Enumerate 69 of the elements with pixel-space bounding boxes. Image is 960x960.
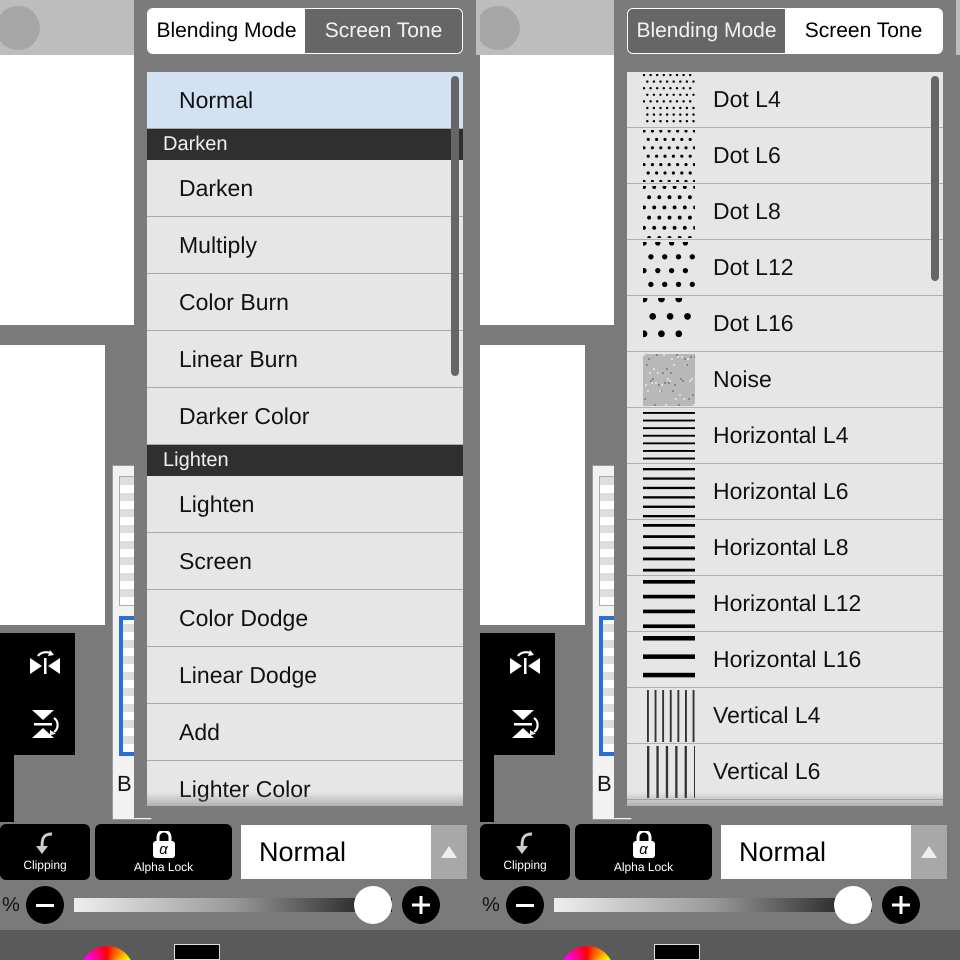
dropdown-toggle-button[interactable] — [431, 825, 467, 879]
plus-icon — [892, 896, 910, 914]
screen-tone-icon — [643, 74, 695, 126]
blend-mode-option[interactable]: Normal — [147, 72, 463, 129]
clipping-button[interactable]: Clipping — [480, 824, 570, 880]
lock-shackle-icon — [154, 830, 172, 840]
minus-icon — [516, 904, 534, 906]
blend-mode-select[interactable]: Normal — [721, 825, 911, 879]
tone-label: Dot L12 — [713, 254, 794, 281]
lock-glyph: α — [632, 840, 654, 858]
caret-up-icon — [921, 846, 937, 858]
tone-label: Dot L4 — [713, 86, 781, 113]
screen-tone-option[interactable]: Vertical L6 — [627, 744, 943, 800]
lock-glyph: α — [152, 840, 174, 858]
tone-label: Dot L6 — [713, 142, 781, 169]
screen-tone-icon — [643, 186, 695, 238]
layer-name: B — [597, 771, 612, 797]
screen-tone-icon — [643, 130, 695, 182]
alpha-lock-button[interactable]: α Alpha Lock — [95, 824, 232, 880]
minus-icon — [36, 904, 54, 906]
tone-label: Dot L16 — [713, 310, 794, 337]
scrollbar[interactable] — [451, 76, 459, 376]
tab[interactable]: Screen Tone — [305, 9, 462, 53]
tone-label: Noise — [713, 366, 772, 393]
screen-tone-option[interactable]: Dot L16 — [627, 296, 943, 352]
screen-tone-icon — [643, 466, 695, 518]
layer-name: B — [117, 771, 132, 797]
tone-label: Dot L8 — [713, 198, 781, 225]
plus-icon — [412, 896, 430, 914]
screen-tone-option[interactable]: Horizontal L6 — [627, 464, 943, 520]
screen-tone-option[interactable]: Horizontal L12 — [627, 576, 943, 632]
increase-button[interactable] — [882, 886, 920, 924]
slider-thumb[interactable] — [834, 886, 872, 924]
alpha-lock-button[interactable]: α Alpha Lock — [575, 824, 712, 880]
blend-mode-select[interactable]: Normal — [241, 825, 431, 879]
decrease-button[interactable] — [26, 886, 64, 924]
tab[interactable]: Screen Tone — [785, 9, 942, 53]
color-swatch[interactable] — [654, 944, 700, 960]
tone-label: Vertical L4 — [713, 702, 820, 729]
tone-label: Horizontal L6 — [713, 478, 849, 505]
clipping-button[interactable]: Clipping — [0, 824, 90, 880]
section-header: Darken — [147, 129, 463, 160]
screen-tone-icon — [643, 522, 695, 574]
dropdown-toggle-button[interactable] — [911, 825, 947, 879]
increase-button[interactable] — [402, 886, 440, 924]
tone-label: Horizontal L8 — [713, 534, 849, 561]
tone-label: Vertical L6 — [713, 758, 820, 785]
screen-tone-option[interactable]: Horizontal L8 — [627, 520, 943, 576]
opacity-unit: % — [482, 894, 500, 916]
screen-tone-option[interactable]: Horizontal L4 — [627, 408, 943, 464]
screen-tone-icon — [643, 354, 695, 406]
screen-tone-option[interactable]: Vertical L4 — [627, 688, 943, 744]
tab[interactable]: Blending Mode — [148, 9, 305, 53]
color-swatch[interactable] — [174, 944, 220, 960]
screen-tone-icon — [643, 578, 695, 630]
lock-shackle-icon — [634, 830, 652, 840]
slider-thumb[interactable] — [354, 886, 392, 924]
section-header: Lighten — [147, 445, 463, 476]
screen-tone-icon — [643, 410, 695, 462]
scrollbar[interactable] — [931, 76, 939, 281]
opacity-unit: % — [2, 894, 20, 916]
screen-tone-option[interactable]: Horizontal L16 — [627, 632, 943, 688]
decrease-button[interactable] — [506, 886, 544, 924]
tone-label: Horizontal L4 — [713, 422, 849, 449]
tone-label: Horizontal L12 — [713, 590, 862, 617]
tab[interactable]: Blending Mode — [628, 9, 785, 53]
tone-label: Horizontal L16 — [713, 646, 862, 673]
screen-tone-option[interactable]: Noise — [627, 352, 943, 408]
caret-up-icon — [441, 846, 457, 858]
